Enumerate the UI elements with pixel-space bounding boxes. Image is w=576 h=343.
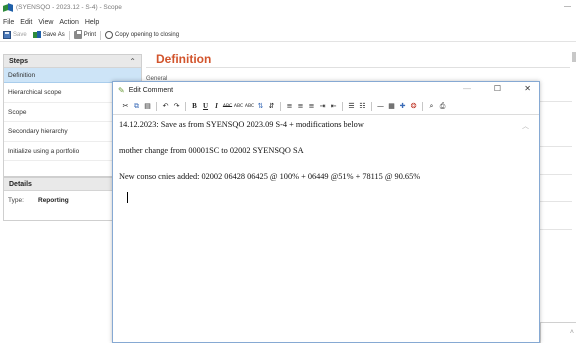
insert-icon[interactable]: ✚ [397,102,408,110]
toolbar-separator [68,30,70,40]
divider [538,229,572,230]
comment-line: New conso cnies added: 02002 06428 06425… [119,172,421,181]
save-as-icon [32,31,41,39]
divider [538,174,572,175]
dialog-close-button[interactable]: ✕ [524,84,531,93]
table-icon[interactable]: ▦ [386,102,397,110]
indent-icon[interactable]: ⇥ [317,102,328,110]
cut-icon[interactable]: ✂ [120,102,131,110]
menu-bar: File Edit View Action Help [0,17,102,28]
divider [538,201,572,202]
bullets-icon[interactable]: ☰ [346,102,357,110]
toolbar-separator [100,30,102,40]
underline-icon[interactable]: U [200,102,211,110]
page-title: Definition [156,52,212,66]
copy-opening-icon [105,31,114,39]
outdent-icon[interactable]: ⇤ [328,102,339,110]
copy-icon[interactable]: ⧉ [131,102,142,111]
find-icon[interactable]: ⌕ [426,102,437,111]
main-toolbar: Save Save As Print Copy opening to closi… [0,29,576,42]
dialog-title: Edit Comment [128,86,174,94]
steps-header-label: Steps [9,57,29,65]
copy-opening-button[interactable]: Copy opening to closing [102,29,182,42]
undo-icon[interactable]: ↶ [160,102,171,110]
toolbar-separator [280,101,281,111]
sort-desc-icon[interactable]: ⇵ [266,102,277,110]
text-caret [127,192,128,203]
subscript-icon[interactable]: ABC [244,104,255,109]
save-button[interactable]: Save [0,29,30,42]
redo-icon[interactable]: ↷ [171,102,182,110]
save-as-button[interactable]: Save As [30,29,68,42]
menu-file[interactable]: File [0,17,17,28]
italic-icon[interactable]: I [211,102,222,110]
dialog-titlebar[interactable]: ✎ Edit Comment — ☐ ✕ [113,82,539,98]
save-as-label: Save As [42,32,65,38]
sort-asc-icon[interactable]: ⇅ [255,102,266,110]
window-minimize-button[interactable]: — [564,3,571,10]
edit-comment-dialog: ✎ Edit Comment — ☐ ✕ ✂ ⧉ ▤ ↶ ↷ B U I ABC… [112,81,540,343]
print-label: Print [83,32,97,38]
type-value: Reporting [38,196,69,204]
numbering-icon[interactable]: ☷ [357,102,368,110]
divider [538,101,572,102]
format-toolbar: ✂ ⧉ ▤ ↶ ↷ B U I ABC ABC ABC ⇅ ⇵ ≡ ≡ ≡ ⇥ … [113,98,539,115]
collapse-icon[interactable]: ⌃ [129,57,136,66]
title-divider [146,67,570,68]
dialog-maximize-button[interactable]: ☐ [494,84,501,93]
scroll-up-arrow-icon[interactable]: ︿ [522,121,529,131]
save-icon [3,31,11,39]
toolbar-separator [156,101,157,111]
pen-icon: ✎ [118,85,125,95]
toolbar-separator [342,101,343,111]
menu-action[interactable]: Action [56,17,81,28]
comment-text-area[interactable]: 14.12.2023: Save as from SYENSQO 2023.09… [113,115,539,342]
copy-opening-label: Copy opening to closing [115,32,180,38]
steps-header[interactable]: Steps ⌃ [4,55,141,68]
superscript-icon[interactable]: ABC [233,104,244,109]
collapse-toggle[interactable] [540,322,576,343]
window-titlebar: (SYENSQO - 2023.12 - S-4) - Scope — [0,0,576,15]
bold-icon[interactable]: B [189,102,200,110]
printer-icon [73,30,82,39]
align-center-icon[interactable]: ≡ [295,102,306,110]
strikethrough-icon[interactable]: ABC [222,104,233,109]
comment-line: 14.12.2023: Save as from SYENSQO 2023.09… [119,120,364,129]
divider [538,146,572,147]
print-icon[interactable]: ⎙ [437,102,448,111]
menu-view[interactable]: View [35,17,56,28]
horizontal-line-icon[interactable]: — [375,102,386,110]
menu-help[interactable]: Help [82,17,102,28]
type-label: Type: [8,196,24,204]
dialog-minimize-button[interactable]: — [463,84,471,93]
window-title: (SYENSQO - 2023.12 - S-4) - Scope [16,4,122,11]
toolbar-separator [422,101,423,111]
image-icon[interactable]: ❂ [408,102,419,110]
toolbar-separator [185,101,186,111]
print-button[interactable]: Print [71,29,99,42]
save-label: Save [13,32,27,38]
align-left-icon[interactable]: ≡ [284,102,295,110]
align-right-icon[interactable]: ≡ [306,102,317,110]
details-header-label: Details [9,180,32,188]
scrollbar-thumb[interactable] [572,52,576,62]
paste-icon[interactable]: ▤ [142,102,153,110]
toolbar-separator [371,101,372,111]
menu-edit[interactable]: Edit [17,17,35,28]
comment-line: mother change from 00001SC to 02002 SYEN… [119,146,304,155]
app-logo-icon [3,3,13,12]
